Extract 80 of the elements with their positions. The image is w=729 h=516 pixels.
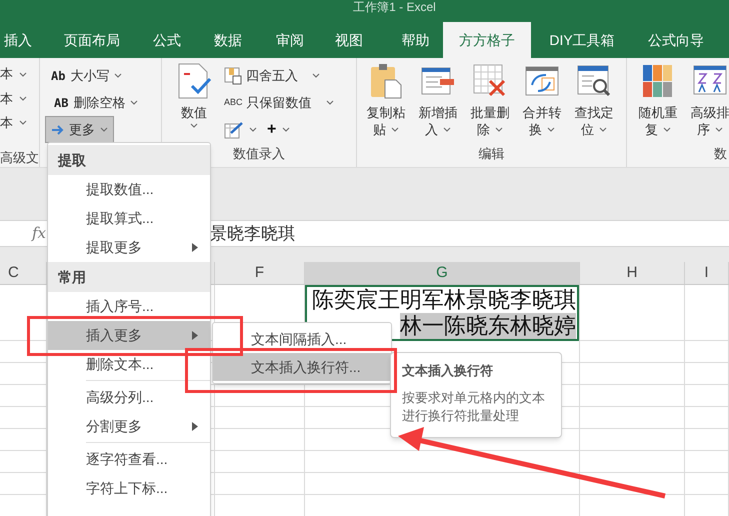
ribbon-button[interactable]: Ab 大小写 bbox=[45, 62, 128, 89]
search-icon bbox=[576, 63, 612, 99]
text-case-icon: AB bbox=[51, 96, 68, 110]
text-case-icon: Ab bbox=[51, 68, 66, 82]
ribbon-button[interactable]: 四舍五入 bbox=[224, 62, 334, 89]
chevron-down-icon bbox=[326, 100, 334, 105]
menu-item[interactable]: 删除文本... bbox=[48, 350, 210, 379]
chevron-down-icon bbox=[190, 122, 198, 128]
ribbon-large-button[interactable]: 高级排 序 bbox=[685, 63, 729, 144]
ribbon-button[interactable]: 本 bbox=[0, 86, 39, 110]
ribbon-button[interactable] bbox=[224, 120, 257, 138]
ribbon-tab[interactable]: 插入 bbox=[0, 22, 36, 58]
ribbon-tab[interactable]: DIY工具箱 bbox=[531, 22, 633, 58]
chevron-down-icon bbox=[282, 127, 290, 132]
ribbon-button[interactable]: 本 bbox=[0, 62, 39, 86]
ribbon-large-button[interactable]: 新增插 入 bbox=[413, 63, 463, 144]
menu-item[interactable]: 高级分列... bbox=[48, 383, 210, 412]
ribbon-tab[interactable]: 视图 bbox=[310, 22, 388, 58]
column-header[interactable]: G bbox=[305, 262, 580, 284]
menu-section-header: 常用 bbox=[48, 262, 210, 292]
table-pen-icon bbox=[224, 120, 244, 138]
cell-text-line: 陈奕宸王明军林景晓李晓琪 bbox=[312, 287, 576, 313]
ribbon-button[interactable]: 本 bbox=[0, 110, 39, 135]
ribbon-tab[interactable]: 方方格子 bbox=[443, 22, 531, 58]
ribbon-tab[interactable]: 公式向导 bbox=[633, 22, 719, 58]
ribbon-tab[interactable]: 帮助 bbox=[388, 22, 443, 58]
menu-item[interactable]: 文本插入换行符... bbox=[213, 353, 391, 381]
tooltip-title: 文本插入换行符 bbox=[402, 362, 494, 380]
table-percent-icon bbox=[224, 66, 242, 84]
menu-item[interactable]: 分割更多 bbox=[48, 412, 210, 441]
chevron-down-icon bbox=[100, 127, 108, 132]
menu-item[interactable]: 提取数值... bbox=[48, 175, 210, 204]
chevron-down-icon bbox=[391, 127, 399, 132]
menu-item[interactable]: 字符上下标... bbox=[48, 474, 210, 503]
chevron-down-icon bbox=[663, 127, 671, 132]
ribbon-tab[interactable]: 公式 bbox=[148, 22, 186, 58]
ribbon-button[interactable]: 更多 bbox=[45, 116, 114, 143]
ribbon-large-button[interactable]: 查找定 位 bbox=[569, 63, 619, 144]
chevron-down-icon bbox=[19, 120, 27, 125]
tooltip-text: 按要求对单元格内的文本进行换行符批量处理 bbox=[402, 388, 546, 424]
chevron-down-icon bbox=[114, 73, 122, 78]
clipboard-icon bbox=[368, 63, 404, 99]
group-label: 数值录入 bbox=[232, 145, 286, 163]
column-header[interactable]: I bbox=[685, 262, 729, 284]
ribbon-button[interactable]: AB 删除空格 bbox=[45, 89, 144, 116]
chevron-down-icon bbox=[19, 96, 27, 101]
ribbon-large-button[interactable]: 复制粘 贴 bbox=[361, 63, 411, 144]
ribbon-tab[interactable]: 页面布局 bbox=[36, 22, 148, 58]
chevron-down-icon bbox=[547, 127, 555, 132]
formula-text: 景晓李晓琪 bbox=[210, 222, 295, 245]
menu-section-header: 提取 bbox=[48, 145, 210, 175]
column-header[interactable]: H bbox=[580, 262, 685, 284]
ribbon-large-button[interactable]: 合并转 换 bbox=[517, 63, 567, 144]
abc-icon: ABC bbox=[224, 96, 243, 110]
group-label: 高级文 bbox=[0, 148, 39, 167]
color-blocks-icon bbox=[641, 63, 675, 99]
chevron-down-icon bbox=[249, 127, 257, 132]
ribbon-tab[interactable]: 审阅 bbox=[270, 22, 310, 58]
menu-item[interactable]: 插入更多 bbox=[48, 321, 210, 350]
window-title: 工作簿1 - Excel bbox=[353, 0, 436, 14]
grid-delete-icon bbox=[472, 63, 508, 99]
ribbon-button[interactable]: + bbox=[267, 118, 290, 142]
arrow-right-icon bbox=[51, 124, 64, 134]
ribbon-large-button[interactable]: 随机重 复 bbox=[633, 63, 683, 144]
menu-item[interactable]: 插入序号... bbox=[48, 292, 210, 321]
chevron-down-icon bbox=[130, 100, 138, 105]
number-button[interactable]: 数值 bbox=[170, 62, 218, 144]
chevron-down-icon bbox=[715, 127, 723, 132]
chevron-down-icon bbox=[19, 72, 27, 77]
document-check-icon bbox=[176, 62, 212, 100]
chevron-down-icon bbox=[495, 127, 503, 132]
chevron-down-icon bbox=[443, 127, 451, 132]
group-label: 编辑 bbox=[478, 145, 506, 163]
menu-item[interactable]: 逐字符查看... bbox=[48, 445, 210, 474]
ribbon-large-button[interactable]: 批量删 除 bbox=[465, 63, 515, 144]
chevron-down-icon bbox=[312, 73, 320, 78]
ribbon-tab[interactable]: 数据 bbox=[186, 22, 270, 58]
ribbon-button[interactable]: ABC 只保留数值 bbox=[224, 89, 334, 116]
chevron-down-icon bbox=[599, 127, 607, 132]
group-label: 数 bbox=[713, 145, 728, 163]
